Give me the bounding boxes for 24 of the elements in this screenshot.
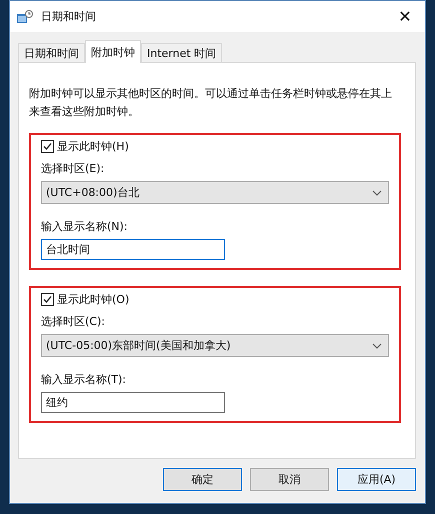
timezone-dropdown[interactable]: (UTC+08:00)台北: [41, 181, 389, 204]
checkbox-label: 显示此时钟(H): [57, 139, 129, 154]
tab[interactable]: Internet 时间: [141, 43, 222, 62]
dialog-button[interactable]: 取消: [250, 468, 329, 491]
checkbox-label: 显示此时钟(O): [57, 292, 130, 307]
checkbox[interactable]: [41, 140, 54, 153]
timezone-label: 选择时区(C):: [41, 314, 106, 329]
name-input-field[interactable]: 台北时间: [41, 239, 225, 260]
name-label: 输入显示名称(N):: [41, 219, 129, 234]
name-label: 输入显示名称(T):: [41, 372, 128, 387]
timezone-dropdown[interactable]: (UTC-05:00)东部时间(美国和加拿大): [41, 334, 389, 357]
tab[interactable]: 附加时钟: [85, 40, 141, 63]
timezone-label: 选择时区(E):: [41, 161, 106, 176]
tab[interactable]: 日期和时间: [18, 43, 85, 62]
checkbox[interactable]: [41, 293, 54, 306]
window-title: 日期和时间: [41, 9, 97, 24]
close-button[interactable]: ✕: [385, 1, 425, 32]
dialog-button[interactable]: 应用(A): [337, 468, 416, 491]
description-text: 附加时钟可以显示其他时区的时间。可以通过单击任务栏时钟或悬停在其上来查看这些附加时钟。: [29, 86, 393, 120]
chevron-down-icon: [372, 190, 382, 196]
name-input-field[interactable]: 纽约: [41, 392, 225, 413]
chevron-down-icon: [372, 342, 382, 348]
dialog-button[interactable]: 确定: [163, 468, 242, 491]
clock-calendar-icon: [17, 10, 33, 24]
